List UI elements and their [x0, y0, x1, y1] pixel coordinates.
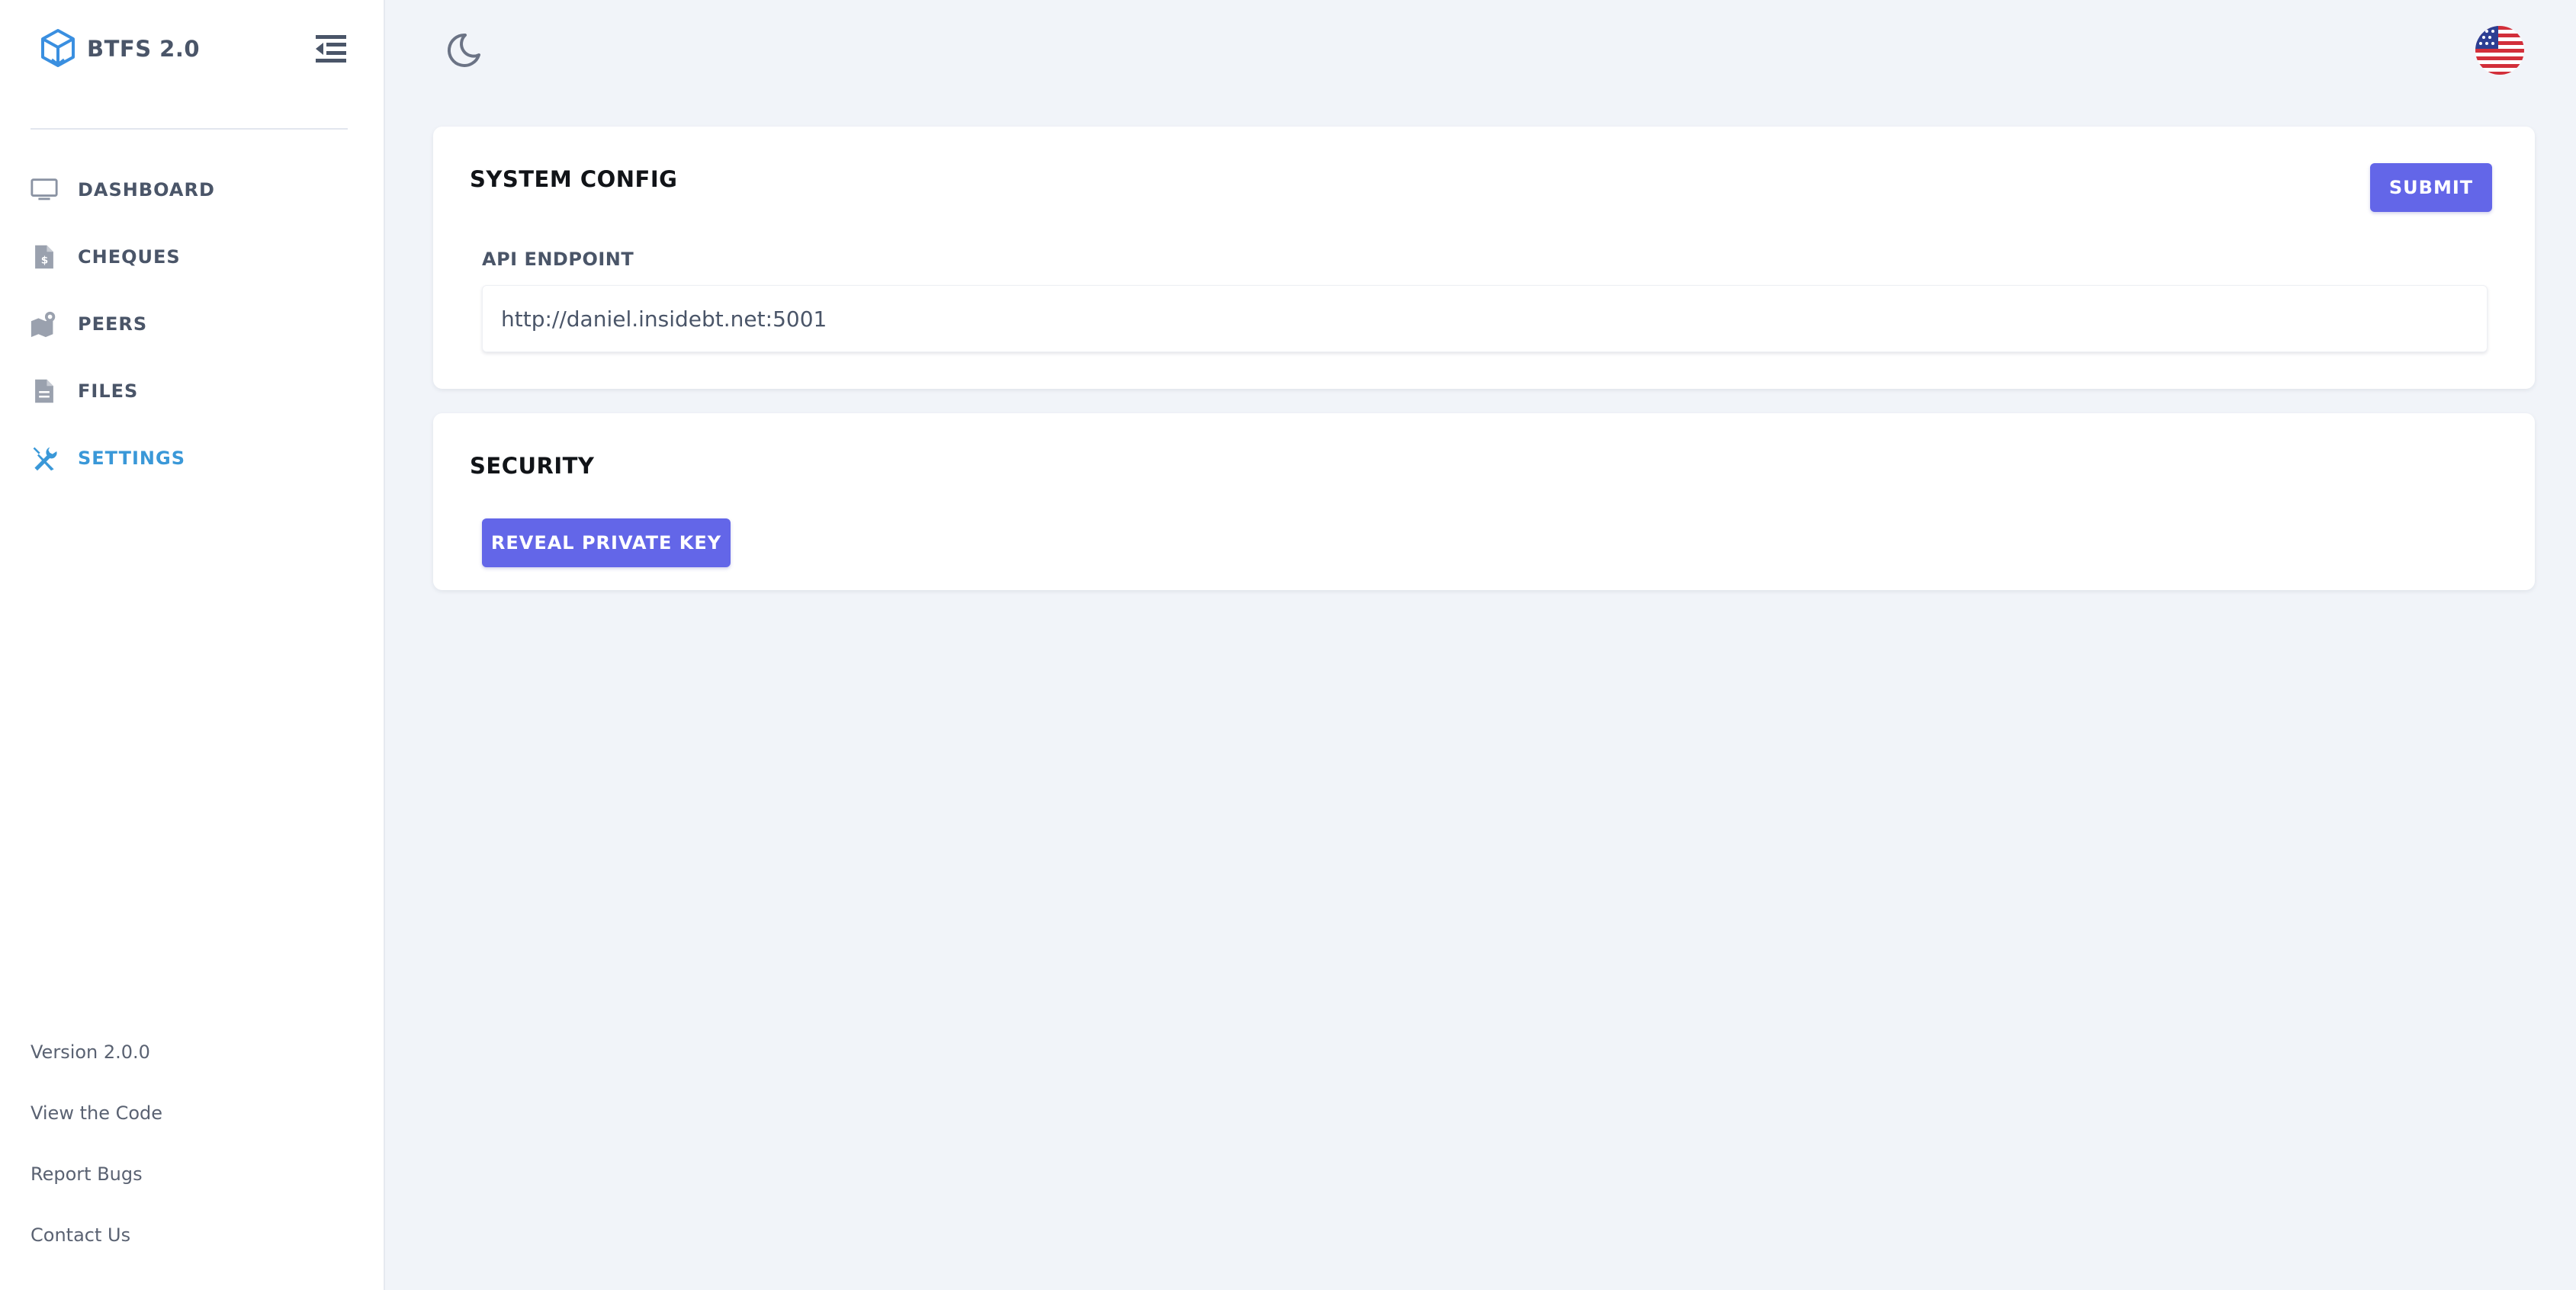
reveal-private-key-button[interactable]: REVEAL PRIVATE KEY [482, 518, 731, 567]
sidebar-item-cheques[interactable]: $ CHEQUES [0, 223, 384, 290]
version-text: Version 2.0.0 [31, 1041, 150, 1063]
sidebar-item-label: DASHBOARD [78, 179, 215, 201]
peers-map-icon [29, 309, 59, 339]
sidebar-footer: Version 2.0.0 View the Code Report Bugs … [31, 1037, 162, 1281]
system-config-card: SYSTEM CONFIG SUBMIT API ENDPOINT [433, 127, 2535, 389]
system-config-title: SYSTEM CONFIG [470, 166, 678, 192]
security-title: SECURITY [470, 453, 595, 479]
sidebar-item-settings[interactable]: SETTINGS [0, 425, 384, 492]
tools-icon [29, 443, 59, 473]
language-selector[interactable] [2475, 26, 2524, 75]
sidebar-divider [31, 128, 348, 130]
file-icon [29, 376, 59, 406]
report-bugs-link[interactable]: Report Bugs [31, 1159, 162, 1220]
cube-logo-icon [41, 29, 75, 67]
cheque-document-icon: $ [29, 242, 59, 272]
submit-button[interactable]: SUBMIT [2370, 163, 2492, 212]
brand[interactable]: BTFS 2.0 [38, 27, 200, 70]
api-endpoint-label: API ENDPOINT [482, 249, 634, 270]
sidebar-nav: DASHBOARD $ CHEQUES PEERS FILES SETTINGS [0, 156, 384, 492]
dark-mode-toggle[interactable] [442, 29, 485, 72]
moon-icon [447, 33, 480, 67]
sidebar-item-dashboard[interactable]: DASHBOARD [0, 156, 384, 223]
sidebar-item-files[interactable]: FILES [0, 358, 384, 425]
sidebar-item-label: PEERS [78, 313, 148, 335]
collapse-menu-icon [316, 35, 346, 63]
monitor-icon [29, 175, 59, 205]
sidebar-item-label: SETTINGS [78, 448, 185, 469]
api-endpoint-input[interactable] [482, 285, 2488, 352]
collapse-sidebar-button[interactable] [313, 30, 349, 67]
sidebar-item-peers[interactable]: PEERS [0, 290, 384, 358]
security-card: SECURITY REVEAL PRIVATE KEY [433, 413, 2535, 590]
svg-text:$: $ [41, 255, 48, 267]
us-flag-icon [2475, 26, 2524, 75]
sidebar-item-label: FILES [78, 380, 139, 402]
view-code-link[interactable]: View the Code [31, 1098, 162, 1159]
sidebar-item-label: CHEQUES [78, 246, 181, 268]
sidebar: BTFS 2.0 DASHBOARD $ CHEQUES PEERS FILES… [0, 0, 385, 1290]
brand-name: BTFS 2.0 [87, 36, 201, 62]
contact-us-link[interactable]: Contact Us [31, 1220, 162, 1281]
